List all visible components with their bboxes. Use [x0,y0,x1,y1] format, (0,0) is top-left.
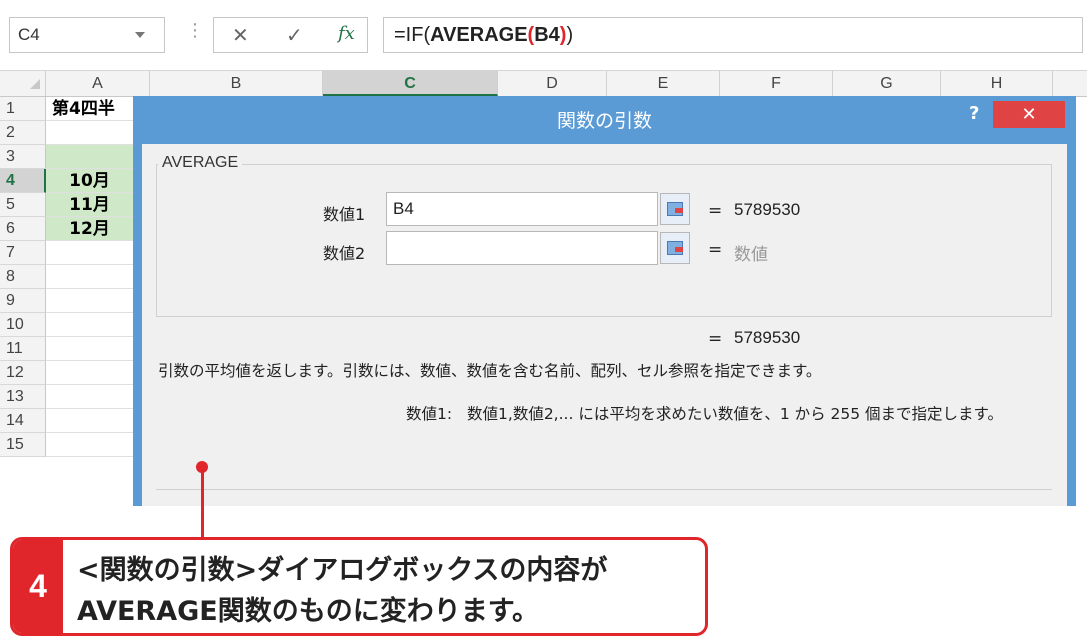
chevron-down-icon[interactable] [135,32,145,38]
arg1-equals: = [708,201,723,221]
cell-a3[interactable] [46,145,134,169]
cell-a5[interactable]: 11月 [46,193,134,217]
cell-a7[interactable] [46,241,134,265]
row-header[interactable]: 13 [0,385,46,409]
arg2-input[interactable] [386,231,658,265]
column-header-a[interactable]: A [46,71,150,96]
cell-a2[interactable] [46,121,134,145]
function-name: AVERAGE [158,154,243,172]
row-header[interactable]: 2 [0,121,46,145]
step-number: 4 [13,540,63,633]
formula-part: AVERAGE [430,24,528,46]
row-header[interactable]: 15 [0,433,46,457]
callout-text-line1: <関数の引数>ダイアログボックスの内容が [77,555,608,586]
cell-a11[interactable] [46,337,134,361]
select-all-corner[interactable] [0,71,46,96]
callout-text-line2: AVERAGE関数のものに変わります。 [77,596,539,627]
function-arguments-dialog: 関数の引数 ? ✕ AVERAGE 数値1 B4 = 5789530 数値2 =… [133,96,1076,506]
formula-buttons: ✕ ✓ fx [213,17,368,53]
collapse-dialog-icon[interactable] [660,232,690,264]
close-button[interactable]: ✕ [993,101,1065,128]
cell-a4[interactable]: 10月 [46,169,134,193]
formula-part: B4 [534,24,560,46]
row-header[interactable]: 11 [0,337,46,361]
row-header[interactable]: 9 [0,289,46,313]
formula-result-equals: = [708,329,723,349]
formula-result: 5789530 [734,328,801,347]
arg2-label: 数値2 [323,244,366,263]
function-description: 引数の平均値を返します。引数には、数値、数値を含む名前、配列、セル参照を指定でき… [158,362,822,380]
formula-part: =IF( [394,24,431,46]
cell-a6[interactable]: 12月 [46,217,134,241]
name-box[interactable]: C4 [9,17,165,53]
cell-a12[interactable] [46,361,134,385]
help-button[interactable]: ? [969,103,979,124]
row-header[interactable]: 4 [0,169,46,193]
row-header[interactable]: 12 [0,361,46,385]
formula-text: =IF(AVERAGE(B4)) [394,24,573,47]
select-all-icon[interactable] [30,79,40,89]
column-header-f[interactable]: F [720,71,833,96]
column-headers: A B C D E F G H [0,71,1087,97]
insert-function-icon[interactable]: fx [338,23,355,44]
argument-help: 数値1: 数値1,数値2,... には平均を求めたい数値を、1 から 255 個… [406,402,1003,424]
cancel-icon[interactable]: ✕ [232,23,249,47]
collapse-dialog-icon[interactable] [660,193,690,225]
formula-input[interactable]: =IF(AVERAGE(B4)) [383,17,1083,53]
enter-icon[interactable]: ✓ [286,23,303,47]
dialog-title: 関数の引数 [556,110,652,132]
separator [156,489,1052,490]
arg2-result: 数値 [734,245,768,264]
column-header-c[interactable]: C [323,71,498,96]
arg1-result: 5789530 [734,200,801,219]
column-header-d[interactable]: D [498,71,607,96]
argument-help-text: 数値1,数値2,... には平均を求めたい数値を、1 から 255 個まで指定し… [467,405,1003,423]
column-header-b[interactable]: B [150,71,323,96]
row-header[interactable]: 3 [0,145,46,169]
formula-part: ) [566,24,574,46]
row-header[interactable]: 14 [0,409,46,433]
cell-a9[interactable] [46,289,134,313]
dialog-body: AVERAGE 数値1 B4 = 5789530 数値2 = 数値 = 5789… [142,144,1067,506]
argument-help-label: 数値1: [406,405,453,423]
callout-connector [201,470,204,539]
instruction-callout: 4 <関数の引数>ダイアログボックスの内容が AVERAGE関数のものに変わりま… [10,537,708,636]
row-header[interactable]: 6 [0,217,46,241]
column-header-h[interactable]: H [941,71,1053,96]
formula-bar: C4 ⋮ ✕ ✓ fx =IF(AVERAGE(B4)) [0,0,1087,68]
drag-handle-icon[interactable]: ⋮ [186,20,204,41]
cell-a15[interactable] [46,433,134,457]
column-header-g[interactable]: G [833,71,941,96]
arg1-label: 数値1 [323,205,366,224]
row-header[interactable]: 7 [0,241,46,265]
cell-a10[interactable] [46,313,134,337]
arg2-equals: = [708,240,723,260]
arg1-input[interactable]: B4 [386,192,658,226]
cell-a13[interactable] [46,385,134,409]
cell-a8[interactable] [46,265,134,289]
cell-a1[interactable]: 第4四半 [46,97,134,121]
row-header[interactable]: 5 [0,193,46,217]
column-header-e[interactable]: E [607,71,720,96]
row-header[interactable]: 8 [0,265,46,289]
row-header[interactable]: 10 [0,313,46,337]
cell-a14[interactable] [46,409,134,433]
row-header[interactable]: 1 [0,97,46,121]
name-box-value: C4 [18,25,40,44]
